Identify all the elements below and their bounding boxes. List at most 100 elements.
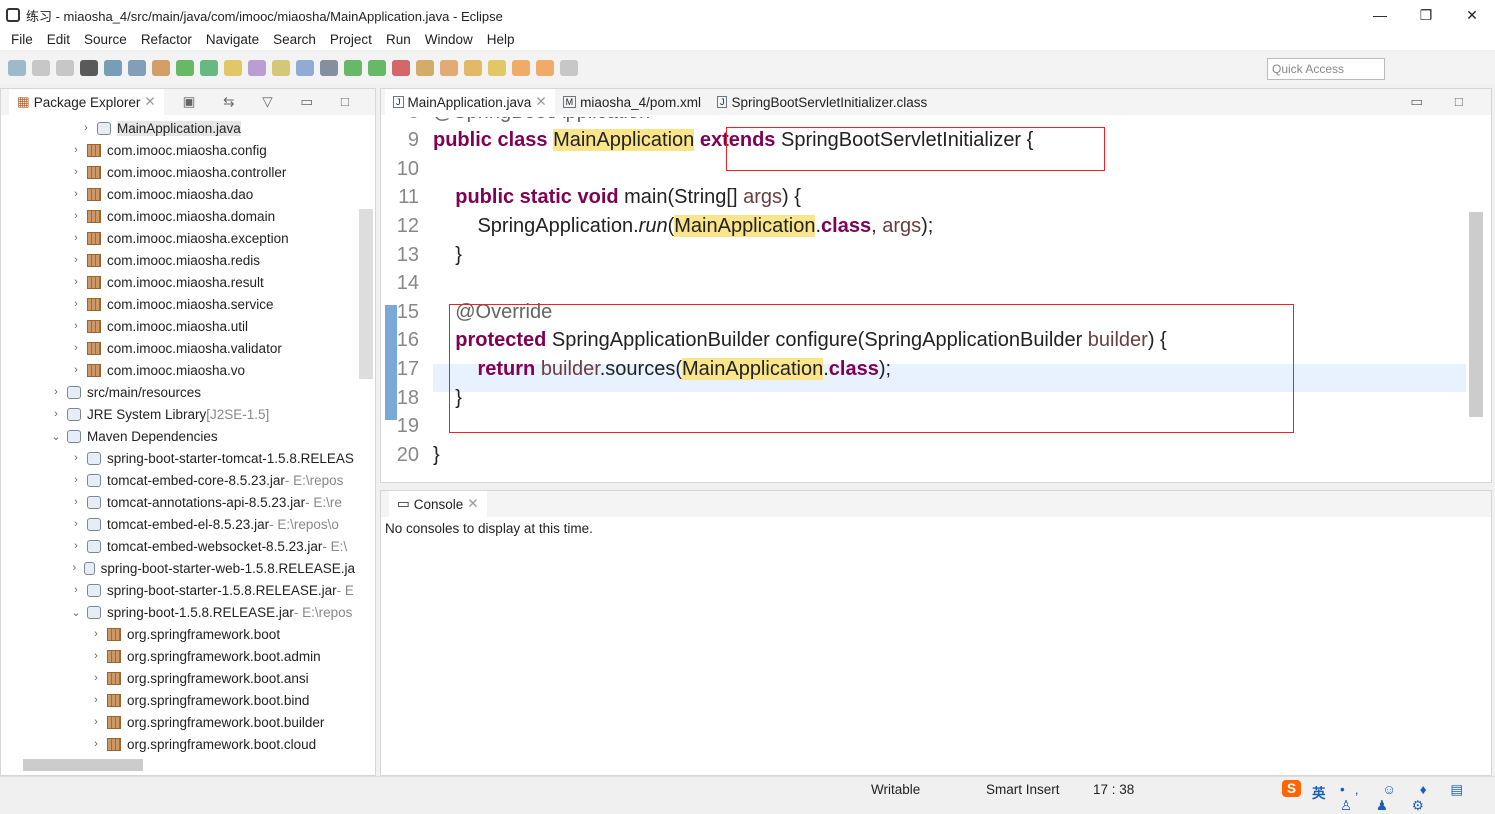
- tree-item[interactable]: › tomcat-embed-core-8.5.23.jar - E:\repos: [1, 469, 355, 491]
- toolbar-button-icon[interactable]: [536, 60, 554, 76]
- tree-item[interactable]: ⌄ spring-boot-1.5.8.RELEASE.jar - E:\repo…: [1, 601, 355, 623]
- close-button[interactable]: ✕: [1449, 0, 1495, 30]
- toolbar-button-icon[interactable]: [560, 60, 578, 76]
- close-tab-icon[interactable]: ✕: [535, 94, 546, 110]
- toolbar-button-icon[interactable]: [152, 60, 170, 76]
- expand-arrow-icon[interactable]: ›: [69, 540, 83, 552]
- menu-run[interactable]: Run: [379, 30, 418, 50]
- tab-console[interactable]: ▭ Console ✕: [389, 491, 487, 517]
- expand-arrow-icon[interactable]: ›: [89, 650, 103, 662]
- expand-arrow-icon[interactable]: ›: [49, 386, 63, 398]
- toolbar-button-icon[interactable]: [248, 60, 266, 76]
- tree-item[interactable]: › org.springframework.boot.ansi: [1, 667, 355, 689]
- horizontal-scrollbar[interactable]: [23, 759, 143, 771]
- tree-item[interactable]: › org.springframework.boot: [1, 623, 355, 645]
- editor-view-controls[interactable]: ▭ □: [1410, 94, 1477, 110]
- minimize-button[interactable]: —: [1357, 0, 1403, 30]
- menu-project[interactable]: Project: [323, 30, 379, 50]
- expand-arrow-icon[interactable]: ›: [69, 232, 83, 244]
- menu-edit[interactable]: Edit: [40, 30, 77, 50]
- toolbar-button-icon[interactable]: [104, 60, 122, 76]
- expand-arrow-icon[interactable]: ›: [69, 188, 83, 200]
- menu-search[interactable]: Search: [266, 30, 323, 50]
- tree-item[interactable]: › com.imooc.miaosha.validator: [1, 337, 355, 359]
- collapse-arrow-icon[interactable]: ⌄: [49, 430, 63, 443]
- expand-arrow-icon[interactable]: ›: [89, 672, 103, 684]
- tree-item[interactable]: › org.springframework.boot.cloud: [1, 733, 355, 753]
- editor-tab[interactable]: J MainApplication.java ✕: [385, 89, 555, 115]
- toolbar-button-icon[interactable]: [368, 60, 386, 76]
- code-line[interactable]: 8@SpringBootApplication: [381, 117, 650, 126]
- expand-arrow-icon[interactable]: ›: [49, 408, 63, 420]
- sogou-ime-icon[interactable]: S: [1282, 780, 1302, 797]
- editor-tab[interactable]: J SpringBootServletInitializer.class: [708, 89, 936, 115]
- toolbar-button-icon[interactable]: [320, 60, 338, 76]
- tree-item[interactable]: › MainApplication.java: [1, 117, 355, 139]
- code-line[interactable]: 10: [381, 155, 433, 183]
- tree-item[interactable]: › com.imooc.miaosha.exception: [1, 227, 355, 249]
- tree-item[interactable]: ⌄ Maven Dependencies: [1, 425, 355, 447]
- toolbar-button-icon[interactable]: [272, 60, 290, 76]
- code-line[interactable]: 14: [381, 270, 433, 298]
- expand-arrow-icon[interactable]: ›: [69, 166, 83, 178]
- view-controls[interactable]: ▣ ⇆ ▽ ▭ □: [183, 94, 361, 110]
- menu-file[interactable]: File: [4, 30, 40, 50]
- expand-arrow-icon[interactable]: ›: [79, 122, 93, 134]
- toolbar-button-icon[interactable]: [8, 60, 26, 76]
- code-line[interactable]: 19: [381, 413, 433, 441]
- expand-arrow-icon[interactable]: ›: [69, 518, 83, 530]
- ime-tool-icons[interactable]: •, ☺ ♦ ▤ ♙ ♟ ⚙: [1340, 782, 1495, 814]
- toolbar-button-icon[interactable]: [128, 60, 146, 76]
- tree-item[interactable]: › spring-boot-starter-1.5.8.RELEASE.jar -…: [1, 579, 355, 601]
- toolbar-button-icon[interactable]: [200, 60, 218, 76]
- expand-arrow-icon[interactable]: ›: [69, 210, 83, 222]
- tab-package-explorer[interactable]: ▦ Package Explorer ✕: [9, 89, 164, 115]
- tree-item[interactable]: › JRE System Library [J2SE-1.5]: [1, 403, 355, 425]
- tree-item[interactable]: › com.imooc.miaosha.service: [1, 293, 355, 315]
- expand-arrow-icon[interactable]: ›: [69, 254, 83, 266]
- tree-item[interactable]: › com.imooc.miaosha.result: [1, 271, 355, 293]
- code-line[interactable]: 12 SpringApplication.run(MainApplication…: [381, 212, 933, 240]
- expand-arrow-icon[interactable]: ›: [69, 298, 83, 310]
- close-tab-icon[interactable]: ✕: [467, 496, 478, 512]
- tree-item[interactable]: › tomcat-annotations-api-8.5.23.jar - E:\…: [1, 491, 355, 513]
- expand-arrow-icon[interactable]: ›: [69, 584, 83, 596]
- menu-refactor[interactable]: Refactor: [134, 30, 199, 50]
- expand-arrow-icon[interactable]: ›: [89, 738, 103, 750]
- quick-access-input[interactable]: Quick Access: [1267, 58, 1385, 80]
- toolbar-button-icon[interactable]: [512, 60, 530, 76]
- toolbar-button-icon[interactable]: [224, 60, 242, 76]
- code-line[interactable]: 11 public static void main(String[] args…: [381, 184, 801, 212]
- toolbar-button-icon[interactable]: [344, 60, 362, 76]
- expand-arrow-icon[interactable]: ›: [69, 474, 83, 486]
- expand-arrow-icon[interactable]: ›: [89, 716, 103, 728]
- menu-source[interactable]: Source: [77, 30, 134, 50]
- collapse-arrow-icon[interactable]: ⌄: [69, 606, 83, 619]
- editor-tab[interactable]: Mmiaosha_4/pom.xml: [554, 89, 709, 115]
- editor-scrollbar[interactable]: [1469, 212, 1483, 417]
- expand-arrow-icon[interactable]: ›: [69, 562, 80, 574]
- menu-navigate[interactable]: Navigate: [199, 30, 266, 50]
- tree-item[interactable]: › com.imooc.miaosha.redis: [1, 249, 355, 271]
- expand-arrow-icon[interactable]: ›: [69, 276, 83, 288]
- expand-arrow-icon[interactable]: ›: [89, 694, 103, 706]
- tree-item[interactable]: › com.imooc.miaosha.config: [1, 139, 355, 161]
- toolbar-button-icon[interactable]: [32, 60, 50, 76]
- expand-arrow-icon[interactable]: ›: [89, 628, 103, 640]
- tree-item[interactable]: › tomcat-embed-el-8.5.23.jar - E:\repos\o: [1, 513, 355, 535]
- tree-item[interactable]: › com.imooc.miaosha.dao: [1, 183, 355, 205]
- tree-item[interactable]: › org.springframework.boot.admin: [1, 645, 355, 667]
- tree-item[interactable]: › src/main/resources: [1, 381, 355, 403]
- toolbar-button-icon[interactable]: [464, 60, 482, 76]
- menu-window[interactable]: Window: [418, 30, 480, 50]
- menu-help[interactable]: Help: [480, 30, 522, 50]
- tree-item[interactable]: › spring-boot-starter-web-1.5.8.RELEASE.j…: [1, 557, 355, 579]
- vertical-scrollbar[interactable]: [359, 209, 373, 379]
- toolbar-button-icon[interactable]: [440, 60, 458, 76]
- tree-item[interactable]: › spring-boot-starter-tomcat-1.5.8.RELEAS: [1, 447, 355, 469]
- tree-item[interactable]: › com.imooc.miaosha.domain: [1, 205, 355, 227]
- toolbar-button-icon[interactable]: [56, 60, 74, 76]
- toolbar-button-icon[interactable]: [488, 60, 506, 76]
- expand-arrow-icon[interactable]: ›: [69, 496, 83, 508]
- toolbar-button-icon[interactable]: [80, 60, 98, 76]
